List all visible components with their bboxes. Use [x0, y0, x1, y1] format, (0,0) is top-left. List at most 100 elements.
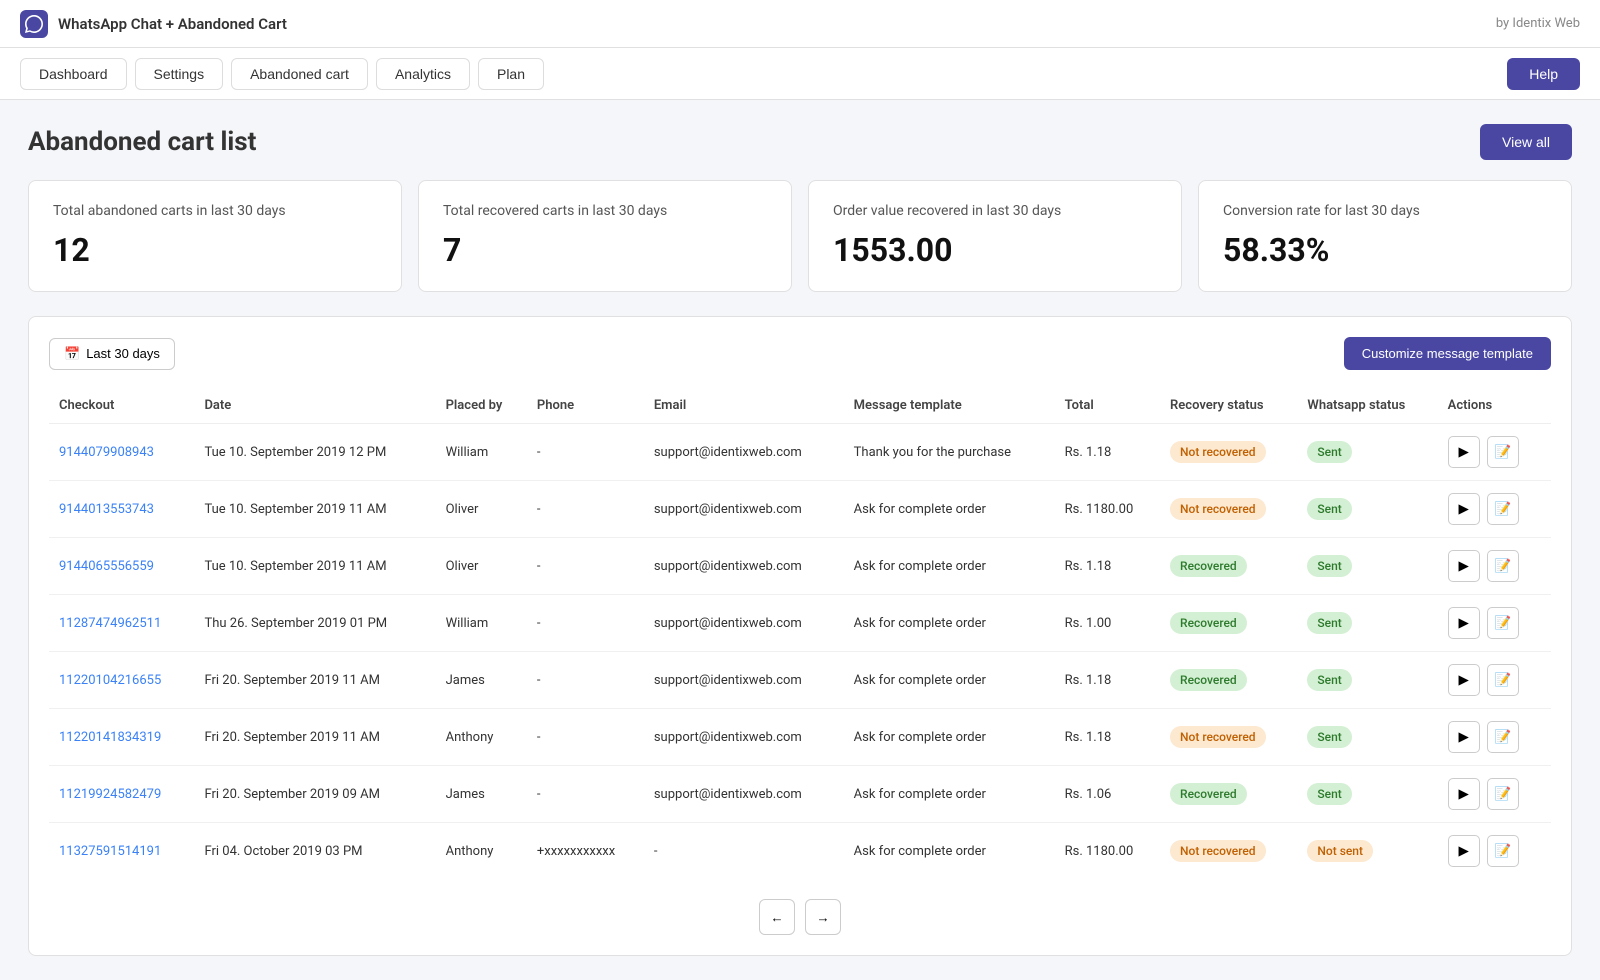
- abandoned-cart-table: Checkout Date Placed by Phone Email Mess…: [49, 388, 1551, 879]
- send-action-button[interactable]: ▶: [1448, 721, 1480, 753]
- edit-action-button[interactable]: 📝: [1487, 436, 1519, 468]
- stat-value-conversion: 58.33%: [1223, 231, 1547, 269]
- topbar-left: WhatsApp Chat + Abandoned Cart: [20, 10, 287, 38]
- stat-card-recovered: Total recovered carts in last 30 days 7: [418, 180, 792, 292]
- customize-template-button[interactable]: Customize message template: [1344, 337, 1551, 370]
- cell-phone: -: [527, 766, 644, 823]
- cell-phone: -: [527, 709, 644, 766]
- cell-recovery-status: Not recovered: [1160, 424, 1297, 481]
- cell-message-template: Ask for complete order: [844, 481, 1055, 538]
- cell-placed-by: James: [436, 652, 527, 709]
- recovery-status-badge: Recovered: [1170, 612, 1247, 634]
- cell-checkout: 11220141834319: [49, 709, 194, 766]
- col-placed-by: Placed by: [436, 388, 527, 424]
- table-row: 11327591514191 Fri 04. October 2019 03 P…: [49, 823, 1551, 880]
- cell-message-template: Ask for complete order: [844, 709, 1055, 766]
- edit-action-button[interactable]: 📝: [1487, 664, 1519, 696]
- view-all-button[interactable]: View all: [1480, 124, 1572, 160]
- nav-analytics[interactable]: Analytics: [376, 58, 470, 90]
- send-action-button[interactable]: ▶: [1448, 664, 1480, 696]
- cell-checkout: 11220104216655: [49, 652, 194, 709]
- recovery-status-badge: Not recovered: [1170, 441, 1265, 463]
- checkout-link[interactable]: 11287474962511: [59, 616, 161, 631]
- cell-email: support@identixweb.com: [644, 709, 844, 766]
- cell-checkout: 11219924582479: [49, 766, 194, 823]
- topbar: WhatsApp Chat + Abandoned Cart by Identi…: [0, 0, 1600, 48]
- cell-total: Rs. 1.18: [1055, 538, 1160, 595]
- help-button[interactable]: Help: [1507, 58, 1580, 90]
- checkout-link[interactable]: 11220104216655: [59, 673, 161, 688]
- nav-abandoned-cart[interactable]: Abandoned cart: [231, 58, 368, 90]
- stat-card-order-value: Order value recovered in last 30 days 15…: [808, 180, 1182, 292]
- send-action-button[interactable]: ▶: [1448, 493, 1480, 525]
- checkout-link[interactable]: 9144065556559: [59, 559, 154, 574]
- edit-action-button[interactable]: 📝: [1487, 607, 1519, 639]
- col-date: Date: [194, 388, 435, 424]
- pagination: ← →: [49, 899, 1551, 935]
- cell-total: Rs. 1.18: [1055, 652, 1160, 709]
- cell-whatsapp-status: Sent: [1297, 595, 1437, 652]
- main-content: Abandoned cart list View all Total aband…: [0, 100, 1600, 980]
- cell-message-template: Ask for complete order: [844, 595, 1055, 652]
- checkout-link[interactable]: 9144013553743: [59, 502, 154, 517]
- nav-plan[interactable]: Plan: [478, 58, 544, 90]
- cell-date: Thu 26. September 2019 01 PM: [194, 595, 435, 652]
- cell-total: Rs. 1.06: [1055, 766, 1160, 823]
- cell-recovery-status: Recovered: [1160, 538, 1297, 595]
- cell-placed-by: Anthony: [436, 823, 527, 880]
- stat-value-abandoned: 12: [53, 231, 377, 269]
- cell-date: Tue 10. September 2019 12 PM: [194, 424, 435, 481]
- cell-actions: ▶ 📝: [1438, 823, 1551, 880]
- nav-settings[interactable]: Settings: [135, 58, 224, 90]
- nav-dashboard[interactable]: Dashboard: [20, 58, 127, 90]
- checkout-link[interactable]: 11219924582479: [59, 787, 161, 802]
- edit-action-button[interactable]: 📝: [1487, 550, 1519, 582]
- edit-action-button[interactable]: 📝: [1487, 778, 1519, 810]
- cell-checkout: 9144079908943: [49, 424, 194, 481]
- navbar: Dashboard Settings Abandoned cart Analyt…: [0, 48, 1600, 100]
- cell-message-template: Ask for complete order: [844, 652, 1055, 709]
- next-icon: →: [816, 910, 829, 925]
- cell-total: Rs. 1.18: [1055, 424, 1160, 481]
- cell-date: Fri 20. September 2019 11 AM: [194, 652, 435, 709]
- stat-card-abandoned: Total abandoned carts in last 30 days 12: [28, 180, 402, 292]
- prev-page-button[interactable]: ←: [759, 899, 795, 935]
- checkout-link[interactable]: 9144079908943: [59, 445, 154, 460]
- cell-checkout: 11327591514191: [49, 823, 194, 880]
- table-row: 11287474962511 Thu 26. September 2019 01…: [49, 595, 1551, 652]
- date-filter-button[interactable]: 📅 Last 30 days: [49, 338, 175, 370]
- table-row: 9144079908943 Tue 10. September 2019 12 …: [49, 424, 1551, 481]
- table-row: 11219924582479 Fri 20. September 2019 09…: [49, 766, 1551, 823]
- send-action-button[interactable]: ▶: [1448, 835, 1480, 867]
- table-header: Checkout Date Placed by Phone Email Mess…: [49, 388, 1551, 424]
- col-total: Total: [1055, 388, 1160, 424]
- page-header: Abandoned cart list View all: [28, 124, 1572, 160]
- checkout-link[interactable]: 11220141834319: [59, 730, 161, 745]
- recovery-status-badge: Not recovered: [1170, 726, 1265, 748]
- send-action-button[interactable]: ▶: [1448, 550, 1480, 582]
- send-action-button[interactable]: ▶: [1448, 607, 1480, 639]
- cell-message-template: Thank you for the purchase: [844, 424, 1055, 481]
- table-row: 9144065556559 Tue 10. September 2019 11 …: [49, 538, 1551, 595]
- page-title: Abandoned cart list: [28, 127, 256, 157]
- cell-email: support@identixweb.com: [644, 652, 844, 709]
- date-filter-label: Last 30 days: [86, 346, 160, 361]
- edit-action-button[interactable]: 📝: [1487, 493, 1519, 525]
- send-action-button[interactable]: ▶: [1448, 778, 1480, 810]
- cell-message-template: Ask for complete order: [844, 538, 1055, 595]
- edit-action-button[interactable]: 📝: [1487, 721, 1519, 753]
- cell-phone: -: [527, 538, 644, 595]
- next-page-button[interactable]: →: [805, 899, 841, 935]
- cell-actions: ▶ 📝: [1438, 709, 1551, 766]
- recovery-status-badge: Recovered: [1170, 783, 1247, 805]
- cell-checkout: 11287474962511: [49, 595, 194, 652]
- cell-checkout: 9144013553743: [49, 481, 194, 538]
- checkout-link[interactable]: 11327591514191: [59, 844, 161, 859]
- send-action-button[interactable]: ▶: [1448, 436, 1480, 468]
- cell-actions: ▶ 📝: [1438, 481, 1551, 538]
- topbar-by: by Identix Web: [1496, 16, 1580, 31]
- cell-recovery-status: Recovered: [1160, 595, 1297, 652]
- edit-action-button[interactable]: 📝: [1487, 835, 1519, 867]
- cell-date: Fri 20. September 2019 09 AM: [194, 766, 435, 823]
- recovery-status-badge: Not recovered: [1170, 840, 1265, 862]
